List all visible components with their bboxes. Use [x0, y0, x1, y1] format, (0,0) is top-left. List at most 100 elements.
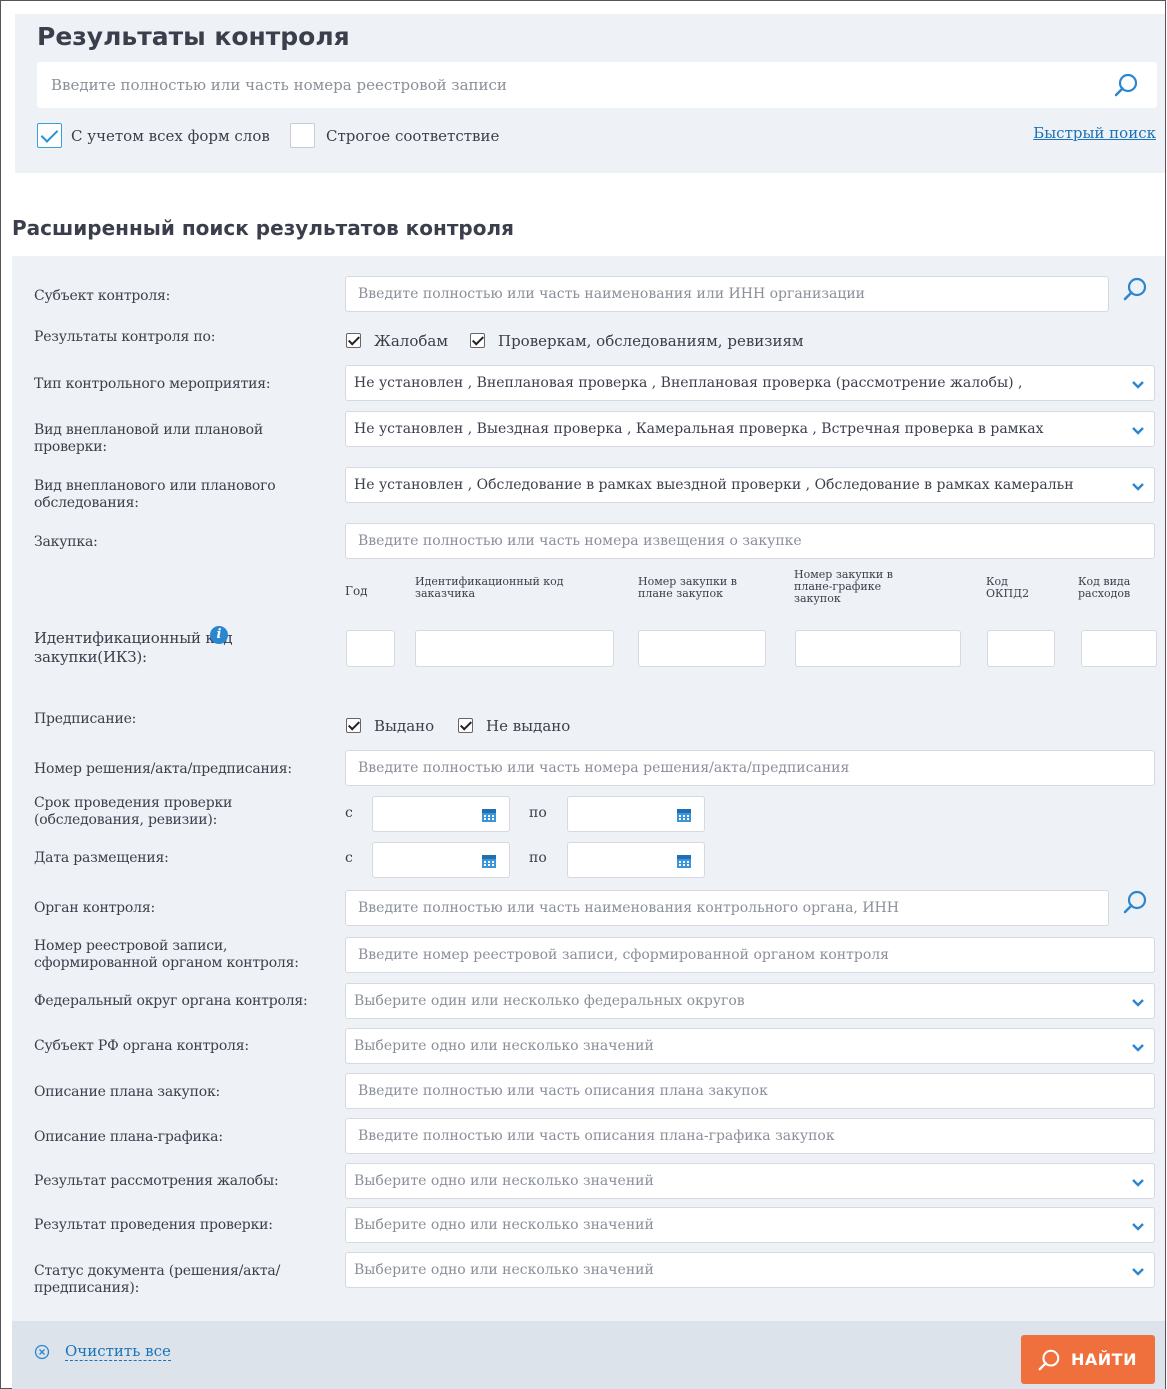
survey-kind-label: Вид внепланового или планового обследова…: [34, 478, 276, 511]
check-period-from-label: с: [345, 805, 353, 821]
all-forms-checkbox[interactable]: [37, 123, 62, 148]
check-kind-select[interactable]: Не установлен , Выездная проверка , Каме…: [345, 411, 1155, 447]
quick-search-panel: Результаты контроля С учетом всех форм с…: [15, 14, 1165, 173]
purchase-label: Закупка:: [34, 534, 98, 550]
complaints-checkbox[interactable]: [346, 333, 361, 348]
strict-match-checkbox[interactable]: [290, 123, 315, 148]
ikz-schedule-number-header: Номер закупки в плане-графике закупок: [794, 568, 893, 605]
control-body-search-icon[interactable]: [1122, 889, 1148, 915]
check-period-from-input[interactable]: [372, 796, 510, 832]
subject-search-icon[interactable]: [1122, 276, 1148, 302]
event-type-value: Не установлен , Внеплановая проверка , В…: [354, 375, 1023, 391]
ikz-label: Идентификационный код закупки(ИКЗ):: [34, 629, 284, 667]
all-forms-label: С учетом всех форм слов: [71, 127, 270, 145]
search-icon: [1038, 1349, 1060, 1371]
check-period-to-input[interactable]: [567, 796, 705, 832]
plan-description-input[interactable]: [346, 1074, 1154, 1108]
ikz-plan-number-header: Номер закупки в плане закупок: [638, 575, 737, 600]
clear-icon[interactable]: [34, 1344, 50, 1360]
ikz-customer-header: Идентификационный код заказчика: [415, 575, 564, 600]
find-button[interactable]: НАЙТИ: [1021, 1335, 1155, 1384]
doc-status-select[interactable]: Выберите одно или несколько значений: [345, 1252, 1155, 1288]
subject-label: Субъект контроля:: [34, 288, 171, 304]
region-select[interactable]: Выберите одно или несколько значений: [345, 1028, 1155, 1064]
page-title: Результаты контроля: [37, 22, 350, 51]
chevron-down-icon: [1132, 427, 1144, 435]
advanced-search-title: Расширенный поиск результатов контроля: [12, 216, 514, 240]
publish-date-label: Дата размещения:: [34, 850, 169, 866]
subject-field: [345, 276, 1109, 312]
chevron-down-icon: [1132, 1044, 1144, 1052]
clear-all-link[interactable]: Очистить все: [65, 1343, 171, 1361]
federal-district-select[interactable]: Выберите один или несколько федеральных …: [345, 983, 1155, 1019]
checks-label: Проверкам, обследованиям, ревизиям: [498, 332, 804, 350]
federal-district-label: Федеральный округ органа контроля:: [34, 993, 308, 1009]
purchase-field: [345, 523, 1155, 559]
quick-search-box: [37, 62, 1157, 108]
schedule-description-input[interactable]: [346, 1119, 1154, 1153]
ikz-customer-input[interactable]: [415, 630, 614, 667]
chevron-down-icon: [1132, 381, 1144, 389]
event-type-select[interactable]: Не установлен , Внеплановая проверка , В…: [345, 365, 1155, 401]
calendar-icon[interactable]: [481, 853, 497, 869]
prescription-label: Предписание:: [34, 711, 137, 727]
survey-kind-value: Не установлен , Обследование в рамках вы…: [354, 477, 1074, 493]
issued-checkbox[interactable]: [346, 718, 361, 733]
control-body-input[interactable]: [346, 891, 1108, 925]
check-kind-label: Вид внеплановой или плановой проверки:: [34, 422, 263, 455]
schedule-description-field: [345, 1118, 1155, 1154]
registry-number-input[interactable]: [346, 938, 1154, 972]
ikz-year-header: Год: [345, 584, 368, 598]
doc-status-label: Статус документа (решения/акта/предписан…: [34, 1263, 281, 1296]
footer-bar: Очистить все НАЙТИ: [12, 1321, 1165, 1389]
quick-search-input[interactable]: [37, 62, 1077, 108]
search-icon[interactable]: [1113, 72, 1139, 98]
ikz-expense-input[interactable]: [1081, 630, 1157, 667]
check-result-label: Результат проведения проверки:: [34, 1217, 273, 1233]
event-type-label: Тип контрольного мероприятия:: [34, 376, 271, 392]
publish-date-from-input[interactable]: [372, 842, 510, 878]
schedule-description-label: Описание плана-графика:: [34, 1129, 223, 1145]
complaints-label: Жалобам: [374, 332, 448, 350]
region-label: Субъект РФ органа контроля:: [34, 1038, 249, 1054]
chevron-down-icon: [1132, 1179, 1144, 1187]
control-body-field: [345, 890, 1109, 926]
check-result-placeholder: Выберите одно или несколько значений: [354, 1217, 654, 1233]
info-icon[interactable]: i: [210, 626, 228, 644]
doc-status-placeholder: Выберите одно или несколько значений: [354, 1262, 654, 1278]
check-result-select[interactable]: Выберите одно или несколько значений: [345, 1207, 1155, 1243]
check-kind-value: Не установлен , Выездная проверка , Каме…: [354, 421, 1044, 437]
calendar-icon[interactable]: [481, 807, 497, 823]
ikz-year-input[interactable]: [346, 630, 395, 667]
survey-kind-select[interactable]: Не установлен , Обследование в рамках вы…: [345, 467, 1155, 503]
complaint-result-placeholder: Выберите одно или несколько значений: [354, 1173, 654, 1189]
decision-number-input[interactable]: [346, 751, 1154, 785]
check-period-to-label: по: [529, 805, 547, 821]
registry-number-label: Номер реестровой записи, сформированной …: [34, 938, 299, 971]
checks-checkbox[interactable]: [470, 333, 485, 348]
registry-number-field: [345, 937, 1155, 973]
quick-search-link[interactable]: Быстрый поиск: [1033, 124, 1156, 142]
decision-number-label: Номер решения/акта/предписания:: [34, 761, 292, 777]
calendar-icon[interactable]: [676, 853, 692, 869]
not-issued-checkbox[interactable]: [458, 718, 473, 733]
complaint-result-label: Результат рассмотрения жалобы:: [34, 1173, 279, 1189]
results-by-label: Результаты контроля по:: [34, 329, 216, 345]
ikz-okpd-input[interactable]: [987, 630, 1055, 667]
publish-date-to-input[interactable]: [567, 842, 705, 878]
plan-description-field: [345, 1073, 1155, 1109]
complaint-result-select[interactable]: Выберите одно или несколько значений: [345, 1163, 1155, 1199]
ikz-schedule-number-input[interactable]: [795, 630, 961, 667]
advanced-search-panel: Субъект контроля: Результаты контроля по…: [12, 256, 1165, 1389]
strict-match-label: Строгое соответствие: [326, 127, 500, 145]
chevron-down-icon: [1132, 483, 1144, 491]
purchase-input[interactable]: [346, 524, 1154, 558]
find-button-label: НАЙТИ: [1071, 1350, 1137, 1369]
subject-input[interactable]: [346, 277, 1108, 311]
ikz-plan-number-input[interactable]: [638, 630, 766, 667]
calendar-icon[interactable]: [676, 807, 692, 823]
not-issued-label: Не выдано: [486, 717, 571, 735]
chevron-down-icon: [1132, 1268, 1144, 1276]
region-placeholder: Выберите одно или несколько значений: [354, 1038, 654, 1054]
chevron-down-icon: [1132, 999, 1144, 1007]
